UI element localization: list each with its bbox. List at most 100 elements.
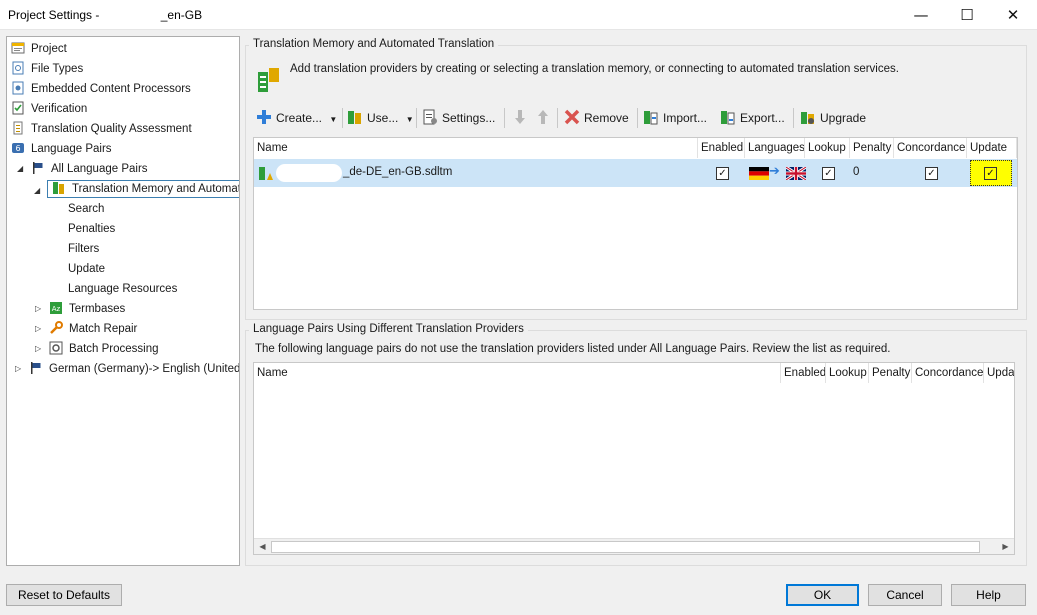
export-icon: [721, 111, 735, 125]
tree-item-translation-memory[interactable]: ◢ Translation Memory and Automat: [34, 180, 240, 198]
collapse-arrow-icon[interactable]: ◢: [34, 181, 44, 201]
export-button[interactable]: Export...: [720, 106, 785, 130]
tree-item-language-pairs[interactable]: 6 Language Pairs: [11, 139, 112, 159]
help-button[interactable]: Help: [951, 584, 1026, 606]
window-title-suffix: _en-GB: [160, 8, 203, 22]
column-header-penalty[interactable]: Penalty: [850, 138, 894, 158]
plus-icon: [257, 110, 271, 124]
tree-item-language-resources[interactable]: Language Resources: [68, 279, 177, 299]
concordance-checkbox[interactable]: ✓: [925, 167, 938, 180]
tree-item-label: Batch Processing: [69, 343, 159, 355]
tree-item-verification[interactable]: Verification: [11, 99, 87, 119]
collapse-arrow-icon[interactable]: ◢: [17, 159, 27, 179]
export-label: Export...: [740, 111, 785, 125]
column-header-penalty[interactable]: Penalty: [869, 363, 912, 383]
cancel-button[interactable]: Cancel: [868, 584, 942, 606]
close-button[interactable]: ✕: [990, 0, 1036, 30]
update-checkbox[interactable]: ✓: [984, 167, 997, 180]
tree-item-label: Language Resources: [68, 283, 178, 295]
reset-to-defaults-button[interactable]: Reset to Defaults: [6, 584, 122, 606]
table-row[interactable]: _de-DE_en-GB.sdltm ✓ ➔ ✓ 0 ✓ ✓: [254, 159, 1017, 187]
tm-group-title: Translation Memory and Automated Transla…: [249, 38, 499, 50]
column-header-concordance[interactable]: Concordance: [912, 363, 984, 383]
tree-item-label: Match Repair: [69, 323, 138, 335]
file-types-icon: [12, 61, 24, 75]
expand-arrow-icon[interactable]: ▷: [15, 359, 25, 379]
tree-item-match-repair[interactable]: ▷ Match Repair: [35, 319, 137, 339]
ok-button[interactable]: OK: [786, 584, 859, 606]
column-header-lookup[interactable]: Lookup: [805, 138, 850, 158]
tree-item-project[interactable]: Project: [11, 39, 67, 59]
upgrade-button[interactable]: Upgrade: [800, 106, 866, 130]
scroll-left-icon[interactable]: ◀: [254, 539, 271, 554]
tree-item-search[interactable]: Search: [68, 199, 104, 219]
upgrade-icon: [801, 112, 814, 124]
tree-item-label: Translation Quality Assessment: [31, 123, 192, 135]
settings-tree: Project File Types Embedded Content Proc…: [6, 36, 240, 566]
tree-item-all-language-pairs[interactable]: ◢ All Language Pairs: [17, 159, 148, 179]
horizontal-scrollbar[interactable]: ◀ ▶: [254, 538, 1014, 554]
tree-item-label: Translation Memory and Automat: [72, 183, 240, 195]
tree-item-label: All Language Pairs: [51, 163, 148, 175]
column-header-concordance[interactable]: Concordance: [894, 138, 967, 158]
expand-arrow-icon[interactable]: ▷: [35, 339, 45, 359]
window-title-text: Project Settings -: [8, 8, 103, 22]
tm-file-name: _de-DE_en-GB.sdltm: [343, 166, 453, 178]
tree-item-filters[interactable]: Filters: [68, 239, 99, 259]
expand-arrow-icon[interactable]: ▷: [35, 319, 45, 339]
column-header-name[interactable]: Name: [254, 363, 781, 383]
tree-item-embedded-content[interactable]: Embedded Content Processors: [11, 79, 191, 99]
column-header-update[interactable]: Update: [967, 138, 1017, 158]
lp-description: The following language pairs do not use …: [255, 343, 891, 355]
scroll-right-icon[interactable]: ▶: [997, 539, 1014, 554]
remove-label: Remove: [584, 111, 629, 125]
settings-button[interactable]: Settings...: [422, 106, 495, 130]
scroll-thumb[interactable]: [271, 541, 980, 553]
column-header-enabled[interactable]: Enabled: [698, 138, 745, 158]
create-button[interactable]: Create... ▼: [256, 106, 337, 130]
column-header-enabled[interactable]: Enabled: [781, 363, 826, 383]
wrench-icon: [50, 321, 63, 334]
import-button[interactable]: Import...: [643, 106, 707, 130]
column-header-name[interactable]: Name: [254, 138, 698, 158]
dropdown-arrow-icon: ▼: [329, 115, 338, 124]
minimize-button[interactable]: —: [898, 0, 944, 30]
arrow-up-icon: [538, 110, 548, 124]
tree-item-batch-processing[interactable]: ▷ Batch Processing: [35, 339, 159, 359]
dropdown-arrow-icon: ▼: [405, 115, 414, 124]
tree-item-update[interactable]: Update: [68, 259, 105, 279]
move-up-button[interactable]: [535, 106, 555, 130]
tree-item-german-english[interactable]: ▷ German (Germany)-> English (United: [15, 359, 239, 379]
lp-group-title: Language Pairs Using Different Translati…: [249, 323, 528, 335]
lp-grid: Name Enabled Lookup Penalty Concordance …: [253, 362, 1015, 555]
tree-item-label: Termbases: [69, 303, 126, 315]
column-header-update[interactable]: Upda: [984, 363, 1014, 383]
remove-button[interactable]: Remove: [564, 106, 629, 130]
processor-icon: [12, 81, 24, 95]
tree-item-label: Verification: [31, 103, 88, 115]
tree-item-penalties[interactable]: Penalties: [68, 219, 115, 239]
toolbar-separator: [557, 108, 558, 128]
tree-item-label: Update: [68, 263, 106, 275]
lookup-checkbox[interactable]: ✓: [822, 167, 835, 180]
tqa-icon: [13, 121, 23, 135]
import-label: Import...: [663, 111, 708, 125]
column-header-languages[interactable]: Languages: [745, 138, 805, 158]
tm-icon: [53, 182, 64, 194]
tm-icon: [259, 167, 273, 180]
use-button[interactable]: Use... ▼: [347, 106, 414, 130]
flag-icon: [33, 162, 43, 174]
expand-arrow-icon[interactable]: ▷: [35, 299, 45, 319]
tree-item-file-types[interactable]: File Types: [11, 59, 83, 79]
uk-flag-icon: [786, 167, 806, 180]
tree-item-label: Language Pairs: [31, 143, 112, 155]
enabled-checkbox[interactable]: ✓: [716, 167, 729, 180]
tree-item-tqa[interactable]: Translation Quality Assessment: [11, 119, 192, 139]
tree-item-label: Search: [68, 203, 105, 215]
tree-item-termbases[interactable]: ▷ Az Termbases: [35, 299, 125, 319]
move-down-button[interactable]: [512, 106, 532, 130]
tm-grid: Name Enabled Languages Lookup Penalty Co…: [253, 137, 1018, 310]
column-header-lookup[interactable]: Lookup: [826, 363, 869, 383]
svg-text:6: 6: [15, 144, 20, 153]
maximize-button[interactable]: ☐: [944, 0, 990, 30]
